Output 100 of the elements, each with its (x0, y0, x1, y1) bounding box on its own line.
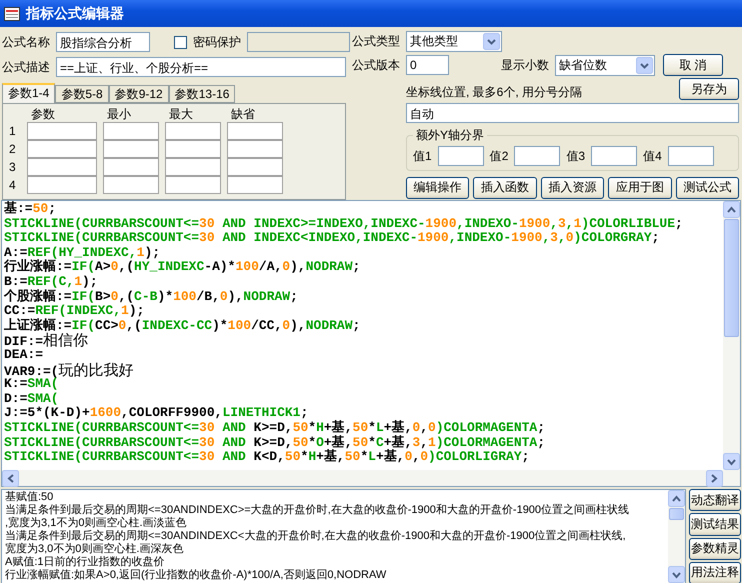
field-label: 值1 (413, 148, 432, 164)
code-line: STICKLINE(CURRBARSCOUNT<=30 AND K>=D,50*O+基,50*C+基,3,1)COLORMAGENTA; (4, 436, 546, 450)
checkbox-label: 密码保护 (193, 34, 241, 51)
code-line: STICKLINE(CURRBARSCOUNT<=30 AND INDEXC>=INDEXO,INDEXC-1900,INDEXO-1900,3,1)COLORLIBLUE; (4, 216, 684, 232)
action-button[interactable]: 编辑操作 (406, 176, 470, 198)
cancel-button[interactable]: 取 消 (663, 54, 723, 76)
translation-line: ,宽度为3,1不为0则画空心柱.画淡蓝色 (5, 517, 188, 530)
field-label: 公式描述 (2, 58, 50, 76)
side-button[interactable]: 参数精灵 (689, 538, 741, 560)
parameter-field[interactable] (165, 158, 221, 176)
code-line: DEA:= (4, 348, 44, 363)
side-button[interactable]: 测试结果 (689, 513, 741, 536)
code-line: VAR9:=(玩的比我好 (4, 362, 135, 378)
password-field[interactable] (247, 32, 350, 52)
app-icon (4, 6, 20, 20)
code-line: DIF:=相信你 (4, 333, 88, 348)
parameter-tab[interactable]: 参数13-16 (168, 84, 236, 103)
column-header: 缺省 (230, 106, 256, 122)
password-checkbox[interactable] (174, 36, 187, 49)
field-label: 值4 (643, 148, 662, 164)
column-header: 最小 (106, 106, 132, 122)
parameter-field[interactable] (103, 140, 159, 158)
translation-line: 宽度为3,0不为0则画空心柱.画深灰色 (5, 543, 184, 556)
parameter-field[interactable] (103, 122, 159, 140)
translation-line: 当满足条件到最后交易的周期<=30ANDINDEXC<大盘的开盘价时,在大盘的收盘价-1900和大盘的开盘价-1900位置之间画柱状线, (5, 530, 627, 542)
action-button[interactable]: 插入函数 (473, 176, 537, 198)
parameter-field[interactable] (165, 176, 221, 194)
code-line: 个股涨幅:=IF(B>0,(C-B)*100/B,0),NODRAW; (4, 290, 299, 304)
parameter-field[interactable] (227, 176, 283, 194)
code-line: CC:=REF(INDEXC,1); (4, 304, 146, 318)
scroll-up-icon[interactable] (668, 490, 685, 507)
value-field[interactable] (668, 146, 714, 166)
vertical-scrollbar[interactable] (668, 490, 685, 583)
side-button[interactable]: 用法注释 (689, 562, 741, 583)
parameter-field[interactable] (103, 176, 159, 194)
value-field[interactable] (438, 146, 484, 166)
action-button[interactable]: 插入资源 (540, 176, 604, 198)
column-header: 最大 (168, 106, 194, 122)
code-line: 基:=50; (4, 202, 58, 217)
parameter-field[interactable] (103, 158, 159, 176)
scroll-thumb[interactable] (724, 219, 739, 337)
dropdown[interactable]: 缺省位数 (555, 54, 655, 76)
value-field[interactable] (514, 146, 560, 166)
side-button[interactable]: 动态翻译 (689, 489, 741, 512)
field-label: 公式版本 (352, 56, 400, 74)
field-label: 公式类型 (352, 33, 400, 50)
field-label: 值3 (566, 148, 586, 164)
action-button[interactable]: 测试公式 (676, 176, 740, 198)
description-field[interactable]: ==上证、行业、个股分析== (56, 57, 346, 78)
save-as-button[interactable]: 另存为 (679, 78, 739, 100)
code-line: 上证涨幅:=IF(CC>0,(INDEXC-CC)*100/CC,0),NODRAW; (4, 318, 362, 333)
parameter-tab[interactable]: 参数1-4 (2, 82, 56, 103)
field-label: 公式名称 (2, 34, 50, 51)
field-label: 值2 (490, 148, 508, 164)
scroll-up-icon[interactable] (723, 201, 740, 218)
name-field[interactable]: 股指综合分析 (56, 32, 150, 52)
parameter-field[interactable] (165, 140, 221, 158)
code-line: STICKLINE(CURRBARSCOUNT<=30 AND K>=D,50*H+基,50*L+基,0,0)COLORMAGENTA; (4, 420, 546, 435)
code-line: A:=REF(HY_INDEXC,1); (4, 246, 162, 260)
row-number: 3 (9, 158, 17, 176)
code-line: D:=SMA( (4, 392, 60, 406)
parameter-field[interactable] (27, 158, 97, 176)
code-line: 行业涨幅:=IF(A>0,(HY_INDEXC-A)*100/A,0),NODRAW; (4, 260, 362, 275)
code-line: K:=SMA( (4, 377, 59, 392)
code-line: B:=REF(C,1); (4, 274, 99, 289)
dropdown[interactable]: 其他类型 (406, 31, 502, 52)
axis-lines-field[interactable]: 自动 (406, 103, 739, 123)
column-header: 参数 (30, 106, 56, 122)
field-label: 坐标线位置, 最多6个, 用分号分隔 (406, 84, 584, 100)
scroll-right-icon[interactable] (706, 470, 723, 487)
parameter-field[interactable] (227, 158, 283, 176)
row-number: 4 (9, 176, 17, 194)
parameter-tab[interactable]: 参数5-8 (55, 84, 109, 103)
scroll-left-icon[interactable] (2, 470, 19, 487)
translation-line: 行业涨幅赋值:如果A>0,返回(行业指数的收盘价-A)*100/A,否则返回0,NODRAW (5, 569, 388, 582)
parameter-field[interactable] (27, 140, 97, 158)
scroll-thumb[interactable] (669, 508, 684, 520)
code-line: STICKLINE(CURRBARSCOUNT<=30 AND K<D,50*H+基,50*L+基,0,0)COLORLIGRAY; (4, 450, 530, 465)
parameter-tab[interactable]: 参数9-12 (108, 84, 169, 103)
parameter-field[interactable] (27, 122, 97, 140)
parameter-field[interactable] (227, 122, 283, 140)
action-button[interactable]: 应用于图 (608, 176, 672, 198)
translation-line: 当满足条件到最后交易的周期<=30ANDINDEXC>=大盘的开盘价时,在大盘的收盘价-1900和大盘的开盘价-1900位置之间画柱状线 (5, 504, 630, 516)
code-line: STICKLINE(CURRBARSCOUNT<=30 AND INDEXC<INDEXO,INDEXC-1900,INDEXO-1900,3,0)COLORGRAY; (4, 231, 660, 246)
translation-line: 基赋值:50 (5, 491, 54, 504)
horizontal-scrollbar[interactable] (2, 470, 723, 486)
parameter-field[interactable] (227, 140, 283, 158)
row-number: 2 (9, 140, 17, 158)
row-number: 1 (9, 122, 17, 140)
scroll-down-icon[interactable] (723, 453, 740, 470)
code-editor[interactable] (1, 200, 741, 487)
value-field[interactable] (591, 146, 638, 166)
scroll-down-icon[interactable] (668, 566, 685, 583)
field-label: 显示小数 (501, 56, 549, 74)
parameter-field[interactable] (165, 122, 221, 140)
version-field[interactable]: 0 (406, 55, 449, 76)
window-title: 指标公式编辑器 (26, 4, 124, 22)
parameter-field[interactable] (27, 176, 97, 194)
vertical-scrollbar[interactable] (723, 201, 740, 486)
group-title: 额外Y轴分界 (415, 127, 486, 144)
